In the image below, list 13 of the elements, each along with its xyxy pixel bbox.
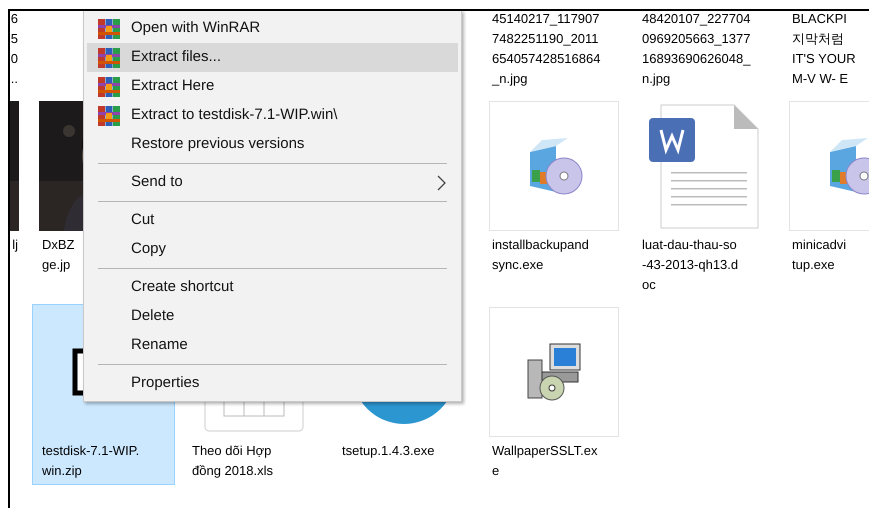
file-name: BLACKPI 지막처럼 IT'S YOUR M-V W- E [792,11,856,88]
file-name: lj [12,236,18,254]
file-name: 6 5 0 .. [10,11,18,88]
file-name: testdisk-7.1-WIP. win.zip [42,442,140,480]
file-name: 45140217_117907 7482251190_2011 654057428516864 _n.jpg [492,11,600,88]
file-name: tsetup.1.4.3.exe [342,442,435,460]
file-name: DxBZ ge.jp [42,236,74,274]
file-name: luat-dau-thau-so -43-2013-qh13.d oc [642,236,738,294]
file-name: WallpaperSSLT.ex e [492,442,598,480]
file-name: Theo dõi Hợp đồng 2018.xls [192,442,273,480]
file-name: installbackupand sync.exe [492,236,589,274]
file-name: 48420107_227704 0969205663_1377 16893690626048_ n.jpg [642,11,750,88]
file-name: minicadvi tup.exe [792,236,846,274]
